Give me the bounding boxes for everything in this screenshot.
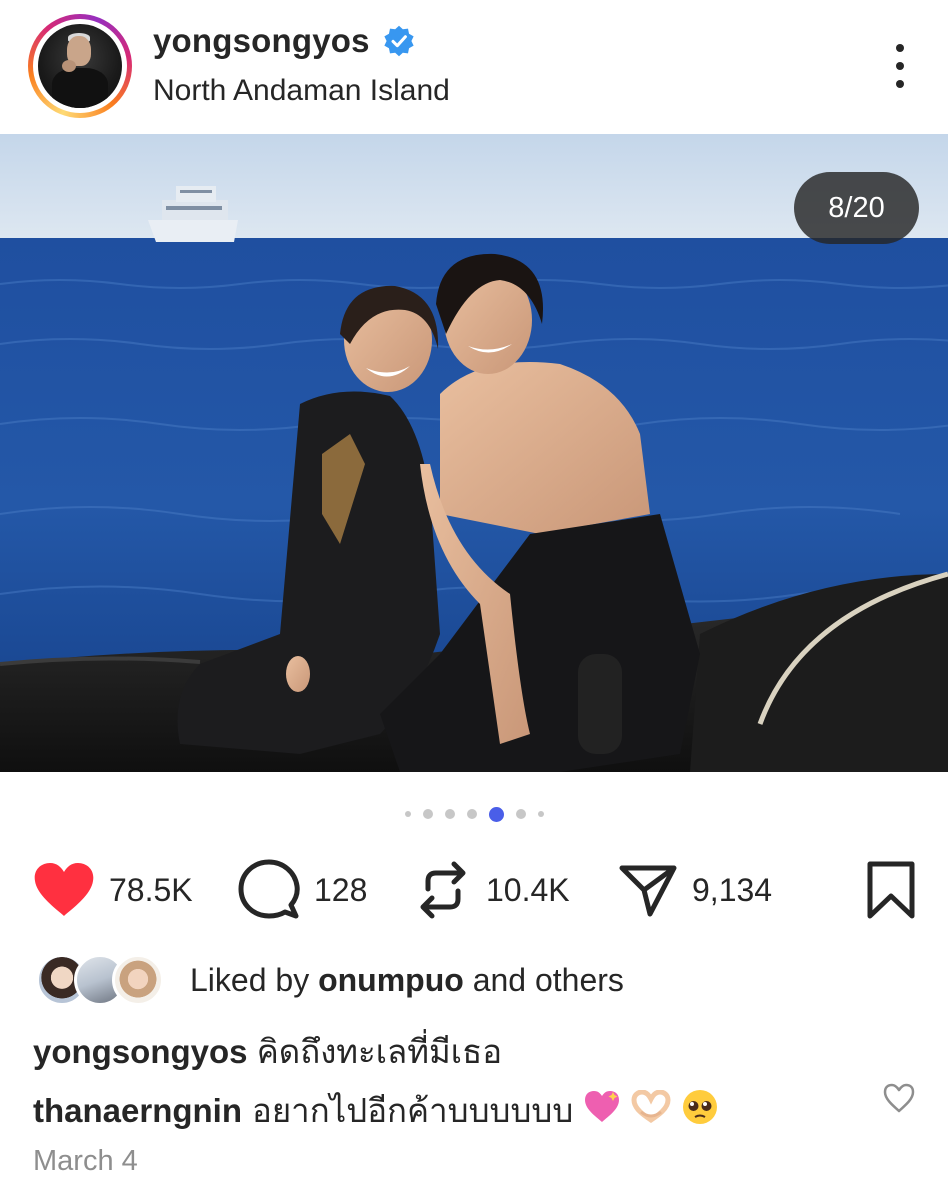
comment-like-icon[interactable] — [882, 1082, 916, 1114]
caption-text: คิดถึงทะเลที่มีเธอ — [256, 1033, 503, 1070]
comment-text: อยากไปอีกค้าบบบบบบ — [252, 1092, 574, 1129]
pleading-face-icon — [681, 1088, 719, 1134]
share-action[interactable]: 9,134 — [618, 850, 772, 930]
sparkling-heart-icon — [583, 1089, 621, 1133]
like-action[interactable]: 78.5K — [33, 850, 193, 930]
carousel-dot[interactable] — [444, 809, 455, 819]
post-username[interactable]: yongsongyos — [153, 22, 370, 60]
post-date: March 4 — [33, 1145, 138, 1177]
repost-icon[interactable] — [414, 859, 472, 921]
comment-icon[interactable] — [238, 859, 300, 921]
comment-count[interactable]: 128 — [314, 872, 367, 909]
liked-by-suffix[interactable]: and others — [473, 962, 624, 998]
carousel-dot[interactable] — [404, 811, 411, 817]
carousel-dot[interactable] — [515, 809, 526, 819]
carousel-dot[interactable] — [466, 809, 477, 819]
post-caption: yongsongyos คิดถึงทะเลที่มีเธอ — [33, 1025, 502, 1078]
image-counter: 8/20 — [794, 172, 919, 244]
liked-by-text: Liked by onumpuo and others — [190, 962, 624, 999]
bookmark-icon[interactable] — [866, 860, 916, 920]
comment-item: thanaerngnin อยากไปอีกค้าบบบบบบ — [33, 1084, 719, 1137]
verified-badge-icon — [384, 25, 414, 57]
username-row: yongsongyos — [153, 22, 416, 60]
share-icon[interactable] — [618, 860, 678, 920]
avatar-image — [38, 24, 122, 108]
post-actions: 78.5K 128 10.4K 9,134 — [0, 850, 948, 930]
profile-avatar[interactable] — [28, 14, 132, 118]
comment-username[interactable]: thanaerngnin — [33, 1092, 242, 1130]
carousel-dot[interactable] — [537, 811, 544, 817]
more-options-icon[interactable] — [882, 42, 918, 90]
liked-by-prefix: Liked by — [190, 961, 310, 998]
liked-by-user[interactable]: onumpuo — [318, 962, 464, 998]
share-count[interactable]: 9,134 — [692, 872, 772, 909]
carousel-dot[interactable] — [422, 809, 433, 819]
heart-hands-icon — [631, 1088, 671, 1132]
repost-count[interactable]: 10.4K — [486, 872, 570, 909]
repost-action[interactable]: 10.4K — [414, 850, 570, 930]
like-count[interactable]: 78.5K — [109, 872, 193, 909]
carousel-dots — [0, 802, 948, 826]
post-header: yongsongyos North Andaman Island — [0, 0, 948, 134]
liker-avatar[interactable] — [112, 954, 164, 1006]
comment-action[interactable]: 128 — [238, 850, 367, 930]
post-location[interactable]: North Andaman Island — [153, 74, 450, 108]
liked-by-row[interactable]: Liked by onumpuo and others — [36, 952, 624, 1008]
heart-icon[interactable] — [33, 862, 95, 918]
carousel-dot-active[interactable] — [488, 806, 504, 822]
caption-username[interactable]: yongsongyos — [33, 1033, 248, 1070]
